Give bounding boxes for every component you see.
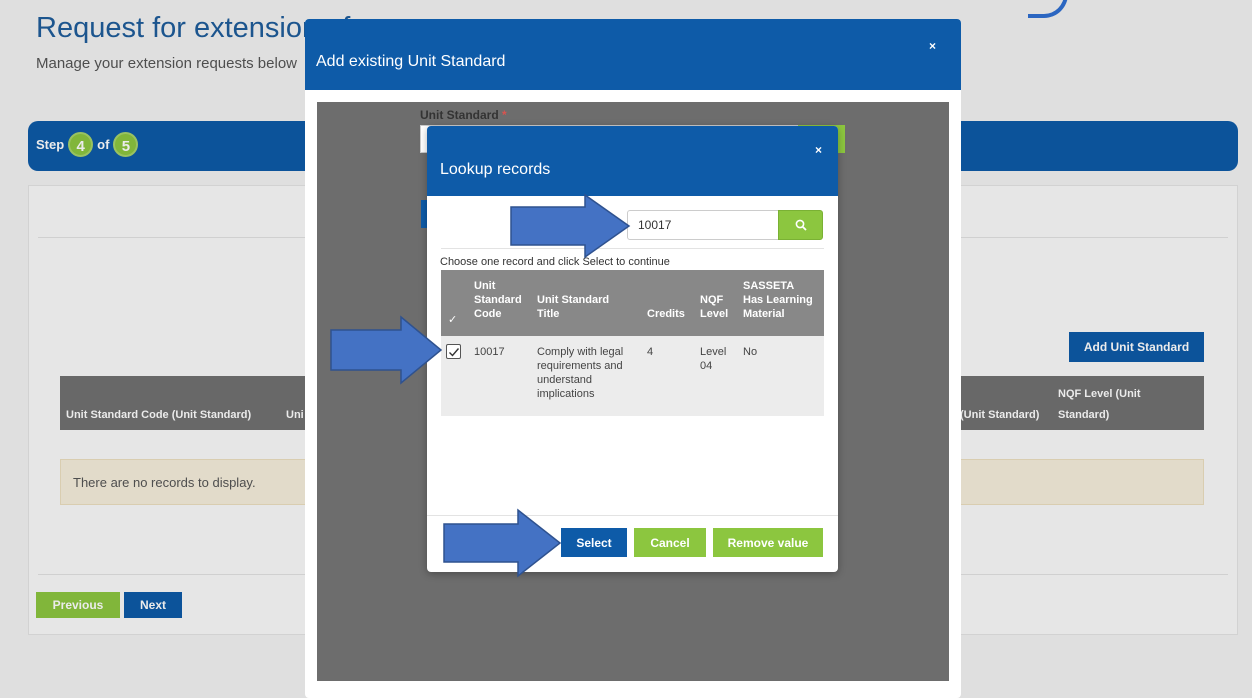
unit-standard-field-label: Unit Standard *	[420, 108, 507, 122]
select-all-checkmark[interactable]: ✓	[448, 314, 457, 327]
table-header: ✓ Unit Standard Code Unit Standard Title…	[441, 270, 824, 336]
lookup-records-dialog: Lookup records × Choose one record and c…	[427, 126, 838, 572]
column-header-has-material[interactable]: Has Learning	[743, 294, 813, 307]
field-label-text: Unit Standard	[420, 108, 499, 122]
row-checkbox[interactable]	[446, 344, 461, 359]
cell-title: Comply with legal	[537, 346, 624, 358]
table-row[interactable]: 10017 Comply with legal requirements and…	[441, 336, 824, 416]
checkmark-icon	[449, 348, 460, 357]
divider	[441, 248, 824, 249]
column-header-nqf[interactable]: NQF	[700, 294, 723, 307]
search-button[interactable]	[778, 210, 823, 240]
column-header-nqf[interactable]: Level	[700, 308, 728, 321]
dialog-header: Add existing Unit Standard ×	[305, 19, 961, 90]
column-header-code[interactable]: Code	[474, 308, 502, 321]
cell-nqf-level: 04	[700, 360, 713, 372]
cell-nqf-level: Level	[700, 346, 727, 358]
column-header-code[interactable]: Unit	[474, 280, 495, 293]
search-input[interactable]	[627, 210, 779, 240]
column-header-has-material[interactable]: SASSETA	[743, 280, 794, 293]
required-mark: *	[502, 108, 507, 122]
annotation-arrow-select	[443, 508, 562, 578]
column-header-has-material[interactable]: Material	[743, 308, 785, 321]
column-header-credits[interactable]: Credits	[647, 308, 685, 321]
remove-value-button[interactable]: Remove value	[713, 528, 823, 557]
select-button[interactable]: Select	[561, 528, 627, 557]
cell-title: implications	[537, 388, 595, 400]
annotation-arrow-checkbox	[330, 315, 443, 385]
dialog-title: Add existing Unit Standard	[316, 53, 506, 70]
cancel-button[interactable]: Cancel	[634, 528, 706, 557]
lookup-results-table: ✓ Unit Standard Code Unit Standard Title…	[441, 270, 824, 416]
column-header-title[interactable]: Unit Standard	[537, 294, 609, 307]
lookup-dialog-header: Lookup records ×	[427, 126, 838, 196]
cell-title: requirements and	[537, 360, 623, 372]
lookup-dialog-title: Lookup records	[440, 161, 551, 178]
annotation-arrow-search	[510, 193, 631, 259]
search-icon	[795, 219, 807, 231]
cell-title: understand	[537, 374, 593, 386]
close-icon[interactable]: ×	[815, 143, 822, 157]
column-header-code[interactable]: Standard	[474, 294, 522, 307]
cell-credits: 4	[647, 346, 654, 358]
column-header-title[interactable]: Title	[537, 308, 559, 321]
close-icon[interactable]: ×	[929, 39, 936, 53]
cell-code: 10017	[474, 346, 505, 358]
cell-has-material: No	[743, 346, 758, 358]
